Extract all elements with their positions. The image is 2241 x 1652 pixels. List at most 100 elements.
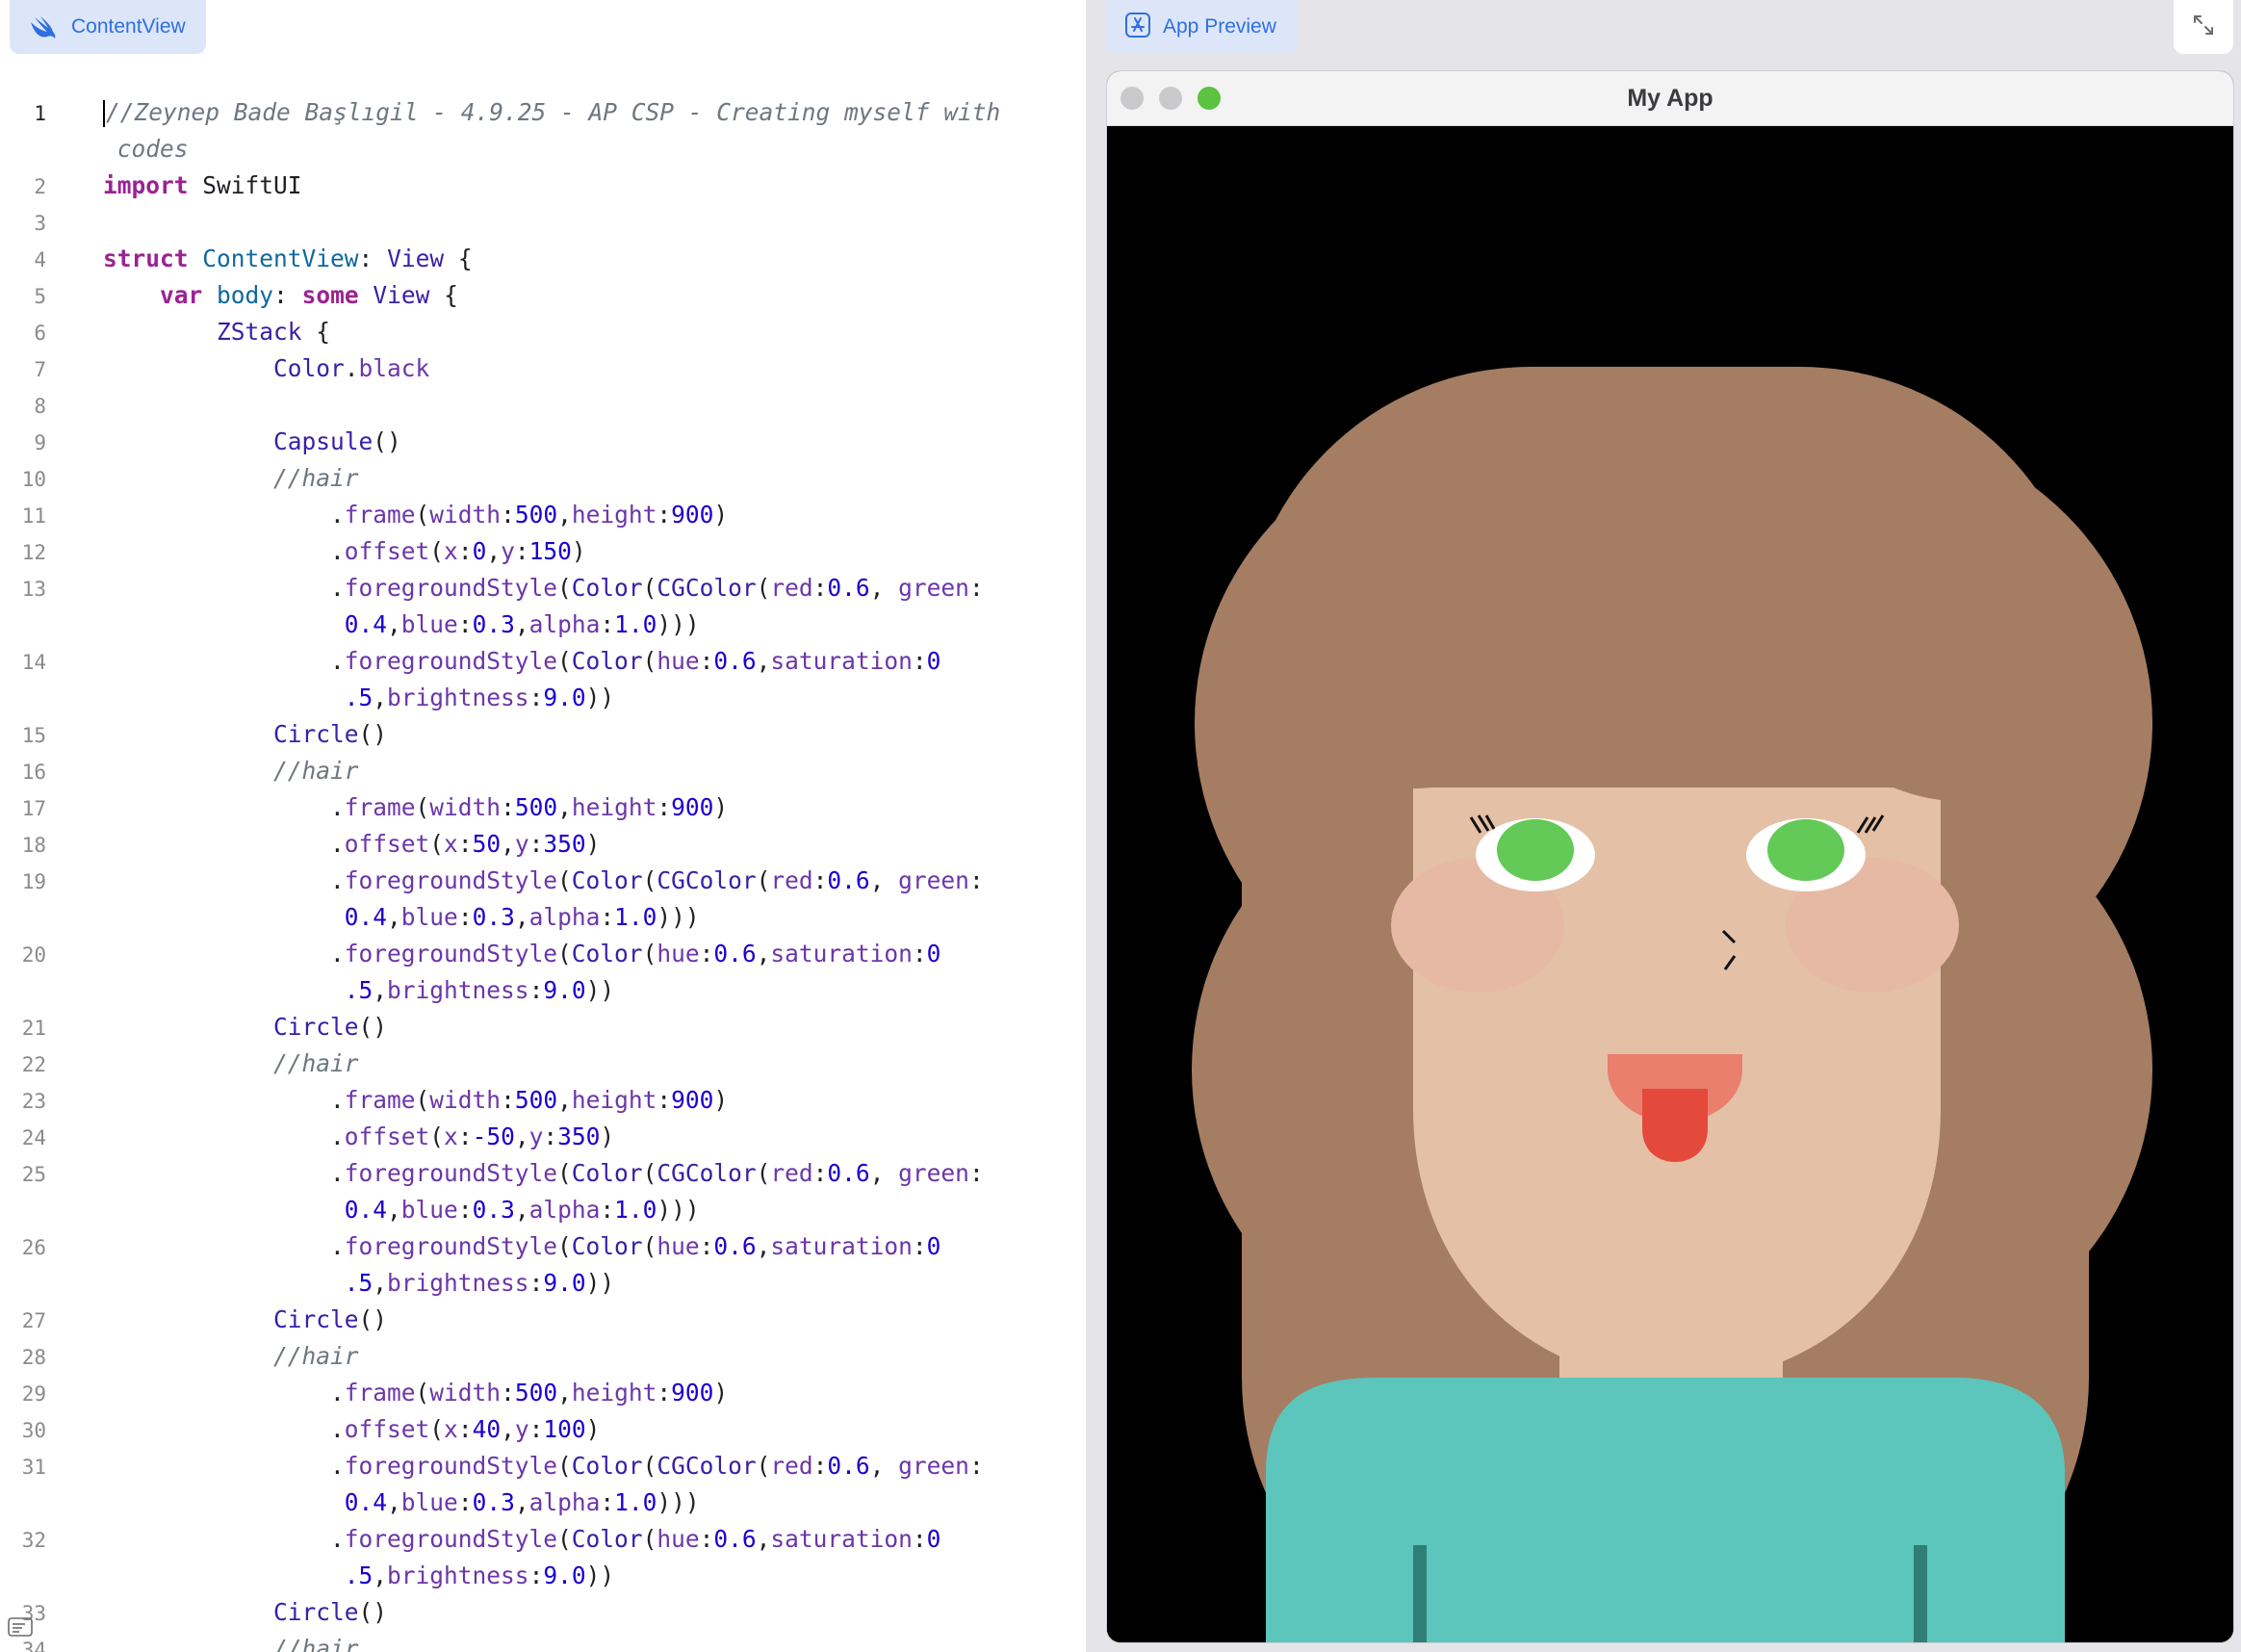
code-token: : [528, 1415, 544, 1443]
code-token: 0.4 [344, 903, 388, 931]
code-token: View [387, 245, 445, 272]
code-token: . [103, 1086, 345, 1114]
code-line[interactable]: var body: some View { [0, 277, 1086, 314]
code-token: alpha [528, 903, 601, 931]
app-store-icon [1124, 12, 1151, 43]
code-line[interactable]: 0.4,blue:0.3,alpha:1.0))) [0, 1484, 1086, 1521]
code-token: brightness [387, 976, 529, 1004]
code-token: import [103, 171, 189, 199]
code-token: ( [429, 830, 445, 858]
code-token: . [103, 866, 345, 894]
code-line[interactable]: .foregroundStyle(Color(hue:0.6,saturatio… [0, 1228, 1086, 1265]
code-line[interactable]: struct ContentView: View { [0, 241, 1086, 277]
code-token: : [968, 1452, 984, 1480]
code-line[interactable]: .5,brightness:9.0)) [0, 1558, 1086, 1594]
code-line[interactable]: 0.4,blue:0.3,alpha:1.0))) [0, 607, 1086, 643]
code-token: : [600, 1196, 615, 1224]
code-token: ( [642, 940, 657, 968]
code-line[interactable]: //hair [0, 460, 1086, 497]
code-token: , [514, 1196, 529, 1224]
code-token: ( [557, 1525, 572, 1553]
code-line[interactable]: Capsule() [0, 424, 1086, 460]
code-token: ( [429, 537, 445, 565]
code-token: red [770, 1159, 813, 1187]
code-token: 9.0 [543, 1562, 586, 1589]
code-line[interactable]: 0.4,blue:0.3,alpha:1.0))) [0, 899, 1086, 936]
code-token: height [571, 1086, 657, 1114]
code-token: Circle [273, 1598, 359, 1626]
code-token: hue [657, 940, 700, 968]
code-token: 500 [514, 793, 558, 821]
code-line[interactable] [0, 387, 1086, 424]
code-line[interactable]: .frame(width:500,height:900) [0, 497, 1086, 533]
code-line[interactable]: .foregroundStyle(Color(hue:0.6,saturatio… [0, 936, 1086, 972]
code-token: : [657, 793, 672, 821]
code-line[interactable]: .foregroundStyle(Color(hue:0.6,saturatio… [0, 643, 1086, 680]
code-token: ( [557, 1452, 572, 1480]
code-line[interactable]: .offset(x:40,y:100) [0, 1411, 1086, 1448]
window-titlebar: My App [1107, 71, 2233, 126]
code-line[interactable]: .5,brightness:9.0)) [0, 680, 1086, 716]
code-token: 0 [472, 537, 487, 565]
code-token: , [501, 830, 515, 858]
code-line[interactable]: 0.4,blue:0.3,alpha:1.0))) [0, 1192, 1086, 1228]
code-token: () [373, 427, 401, 455]
code-line[interactable] [0, 204, 1086, 241]
code-token: . [103, 1452, 345, 1480]
code-token: ) [600, 1123, 615, 1150]
code-token: ( [557, 647, 572, 675]
code-token: : [912, 940, 927, 968]
code-token: , [756, 1232, 771, 1260]
code-token: saturation [770, 647, 913, 675]
swift-icon [27, 11, 60, 43]
code-token: )) [585, 1269, 615, 1297]
code-line[interactable]: Circle() [0, 1009, 1086, 1045]
expand-icon [2191, 13, 2216, 42]
code-line[interactable]: //hair [0, 1045, 1086, 1082]
code-token: blue [400, 1488, 458, 1516]
code-line[interactable]: //Zeynep Bade Başlıgil - 4.9.25 - AP CSP… [0, 94, 1086, 131]
code-token: 500 [514, 1379, 558, 1407]
code-token: Circle [273, 720, 359, 748]
code-line[interactable]: ZStack { [0, 314, 1086, 350]
code-token: : [501, 1086, 515, 1114]
file-tab-contentview[interactable]: ContentView [10, 0, 206, 54]
expand-button[interactable] [2174, 0, 2233, 54]
code-token: . [103, 1415, 345, 1443]
minimap-icon[interactable] [8, 1617, 33, 1639]
code-line[interactable]: .frame(width:500,height:900) [0, 789, 1086, 826]
code-line[interactable]: .5,brightness:9.0)) [0, 1265, 1086, 1302]
code-line[interactable]: Circle() [0, 1302, 1086, 1338]
code-line[interactable]: .5,brightness:9.0)) [0, 972, 1086, 1009]
code-line[interactable]: Circle() [0, 1594, 1086, 1631]
code-line[interactable]: Circle() [0, 716, 1086, 753]
code-token: green [898, 1452, 969, 1480]
code-line[interactable]: .foregroundStyle(Color(CGColor(red:0.6, … [0, 1155, 1086, 1192]
code-token: : [699, 940, 714, 968]
code-line[interactable]: //hair [0, 753, 1086, 789]
code-token: : [457, 830, 473, 858]
code-line[interactable]: .offset(x:-50,y:350) [0, 1119, 1086, 1155]
code-line[interactable]: .frame(width:500,height:900) [0, 1375, 1086, 1411]
code-editor[interactable]: ContentView 1//Zeynep Bade Başlıgil - 4.… [0, 0, 1086, 1652]
code-line[interactable]: //hair [0, 1338, 1086, 1375]
code-line[interactable]: //hair [0, 1631, 1086, 1652]
app-preview-tab[interactable]: App Preview [1105, 0, 1298, 54]
code-token: 150 [528, 537, 572, 565]
code-line[interactable]: import SwiftUI [0, 168, 1086, 204]
code-token: , [557, 501, 572, 529]
code-line[interactable]: .frame(width:500,height:900) [0, 1082, 1086, 1119]
code-line[interactable]: .offset(x:0,y:150) [0, 533, 1086, 570]
code-line[interactable]: .foregroundStyle(Color(CGColor(red:0.6, … [0, 570, 1086, 607]
code-line[interactable]: Color.black [0, 350, 1086, 387]
code-line[interactable]: .foregroundStyle(Color(CGColor(red:0.6, … [0, 863, 1086, 899]
code-line[interactable]: codes [0, 131, 1086, 168]
code-line[interactable]: .offset(x:50,y:350) [0, 826, 1086, 863]
code-line[interactable]: .foregroundStyle(Color(hue:0.6,saturatio… [0, 1521, 1086, 1558]
code-token: : [273, 281, 302, 309]
code-line[interactable]: .foregroundStyle(Color(CGColor(red:0.6, … [0, 1448, 1086, 1484]
code-token: ( [756, 574, 771, 602]
code-token: offset [344, 1415, 430, 1443]
